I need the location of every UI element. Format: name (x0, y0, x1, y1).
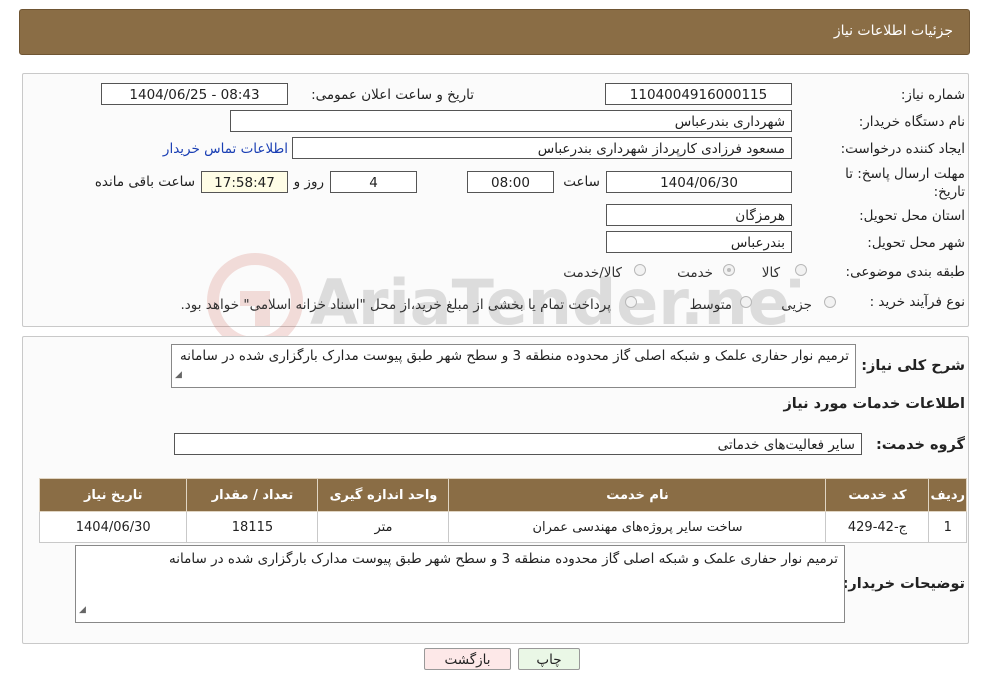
need-number-field: 1104004916000115 (605, 83, 792, 105)
col-header-qty: تعداد / مقدار (186, 478, 319, 512)
col-header-row-num: ردیف (928, 478, 967, 512)
days-field: 4 (330, 171, 417, 193)
announce-label: تاریخ و ساعت اعلان عمومی: (311, 87, 474, 103)
requester-label: ایجاد کننده درخواست: (840, 141, 965, 157)
buyer-notes-text: ترمیم نوار حفاری علمک و شبکه اصلی گاز مح… (169, 551, 838, 567)
table-row: 1 ج-42-429 ساخت سایر پروژه‌های مهندسی عم… (38, 511, 967, 543)
cell-name: ساخت سایر پروژه‌های مهندسی عمران (448, 511, 827, 543)
process-label: نوع فرآیند خرید : (869, 294, 965, 310)
deadline-label-2: تاریخ: (933, 184, 965, 200)
col-header-name: نام خدمت (448, 478, 827, 512)
summary-text: ترمیم نوار حفاری علمک و شبکه اصلی گاز مح… (180, 348, 849, 364)
category-option-service: خدمت (677, 265, 713, 281)
need-number-label: شماره نیاز: (900, 87, 965, 103)
cell-code: ج-42-429 (825, 511, 930, 543)
province-label: استان محل تحویل: (859, 208, 965, 224)
print-button[interactable]: چاپ (518, 648, 580, 670)
services-section-title: اطلاعات خدمات مورد نیاز (783, 396, 965, 412)
service-group-field: سایر فعالیت‌های خدماتی (174, 433, 862, 455)
deadline-date-field: 1404/06/30 (606, 171, 792, 193)
buyer-contact-link[interactable]: اطلاعات تماس خریدار (163, 141, 288, 157)
summary-textarea[interactable]: ترمیم نوار حفاری علمک و شبکه اصلی گاز مح… (171, 344, 856, 388)
category-option-goods-service: کالا/خدمت (563, 265, 622, 281)
deadline-time-label: ساعت (563, 174, 600, 190)
process-option-partial: جزیی (781, 297, 812, 313)
resize-grip-icon[interactable]: ◢ (79, 601, 86, 620)
announce-field: 1404/06/25 - 08:43 (101, 83, 288, 105)
buyer-notes-textarea[interactable]: ترمیم نوار حفاری علمک و شبکه اصلی گاز مح… (75, 545, 845, 623)
services-table: ردیف کد خدمت نام خدمت واحد اندازه گیری ت… (38, 478, 967, 543)
remaining-time-field: 17:58:47 (201, 171, 288, 193)
cell-date: 1404/06/30 (38, 511, 188, 543)
province-field: هرمزگان (606, 204, 792, 226)
col-header-unit: واحد اندازه گیری (317, 478, 450, 512)
remaining-label: ساعت باقی مانده (94, 174, 195, 190)
deadline-label: مهلت ارسال پاسخ: تا (845, 166, 965, 182)
deadline-time-field: 08:00 (467, 171, 554, 193)
page-header: جزئیات اطلاعات نیاز (19, 9, 970, 55)
process-option-medium: متوسط (689, 297, 732, 313)
col-header-code: کد خدمت (825, 478, 930, 512)
summary-label: شرح کلی نیاز: (861, 358, 965, 374)
process-treasury-note: پرداخت تمام یا بخشی از مبلغ خرید،از محل … (180, 297, 611, 313)
cell-unit: متر (317, 511, 450, 543)
col-header-date: تاریخ نیاز (38, 478, 188, 512)
requester-field: مسعود فرزادی کارپرداز شهرداری بندرعباس (292, 137, 792, 159)
page-title: جزئیات اطلاعات نیاز (833, 23, 953, 39)
process-radio-partial[interactable] (824, 296, 836, 308)
cell-qty: 18115 (186, 511, 319, 543)
category-option-goods: کالا (761, 265, 780, 281)
cell-row-num: 1 (928, 511, 967, 543)
category-radio-goods-service[interactable] (634, 264, 646, 276)
city-label: شهر محل تحویل: (867, 235, 965, 251)
category-label: طبقه بندی موضوعی: (845, 264, 965, 280)
days-label: روز و (293, 174, 324, 190)
service-group-label: گروه خدمت: (875, 437, 965, 453)
back-button[interactable]: بازگشت (424, 648, 511, 670)
buyer-org-label: نام دستگاه خریدار: (858, 114, 965, 130)
process-radio-medium[interactable] (740, 296, 752, 308)
process-radio-treasury[interactable] (625, 296, 637, 308)
category-radio-goods[interactable] (795, 264, 807, 276)
table-header-row: ردیف کد خدمت نام خدمت واحد اندازه گیری ت… (38, 478, 967, 512)
city-field: بندرعباس (606, 231, 792, 253)
resize-grip-icon[interactable]: ◢ (175, 366, 182, 385)
buyer-org-field: شهرداری بندرعباس (230, 110, 792, 132)
buyer-notes-label: توضیحات خریدار: (842, 576, 965, 592)
category-radio-service[interactable] (723, 264, 735, 276)
